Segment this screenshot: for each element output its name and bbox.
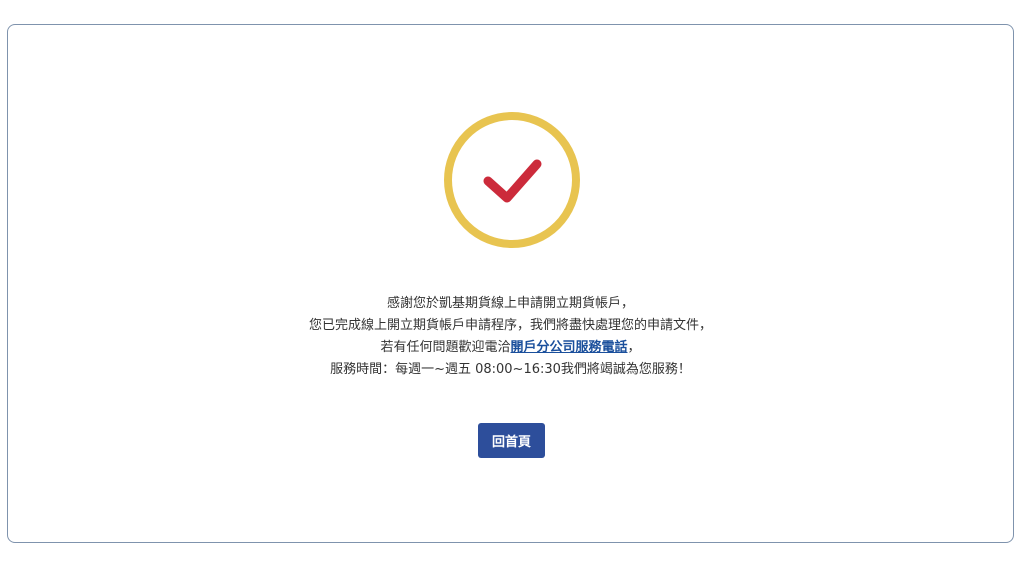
message-line-3-suffix: ， (627, 340, 641, 355)
message-line-4: 服務時間：每週一~週五 08:00~16:30我們將竭誠為您服務！ (330, 362, 691, 377)
home-button[interactable]: 回首頁 (478, 423, 545, 458)
message-line-2: 您已完成線上開立期貨帳戶申請程序，我們將盡快處理您的申請文件， (308, 318, 712, 333)
success-check-icon (443, 111, 581, 249)
check-mark (483, 159, 542, 203)
message-line-1: 感謝您於凱基期貨線上申請開立期貨帳戶， (386, 296, 634, 311)
check-circle-icon (444, 112, 580, 248)
check-ring (444, 112, 580, 248)
message-line-3-prefix: 若有任何問題歡迎電洽 (380, 340, 511, 355)
message-line-3: 若有任何問題歡迎電洽開戶分公司服務電話， (8, 337, 1013, 359)
confirmation-message: 感謝您於凱基期貨線上申請開立期貨帳戶， 您已完成線上開立期貨帳戶申請程序，我們將… (8, 293, 1013, 381)
confirmation-card: 感謝您於凱基期貨線上申請開立期貨帳戶， 您已完成線上開立期貨帳戶申請程序，我們將… (7, 24, 1014, 543)
branch-phone-link[interactable]: 開戶分公司服務電話 (510, 340, 627, 355)
